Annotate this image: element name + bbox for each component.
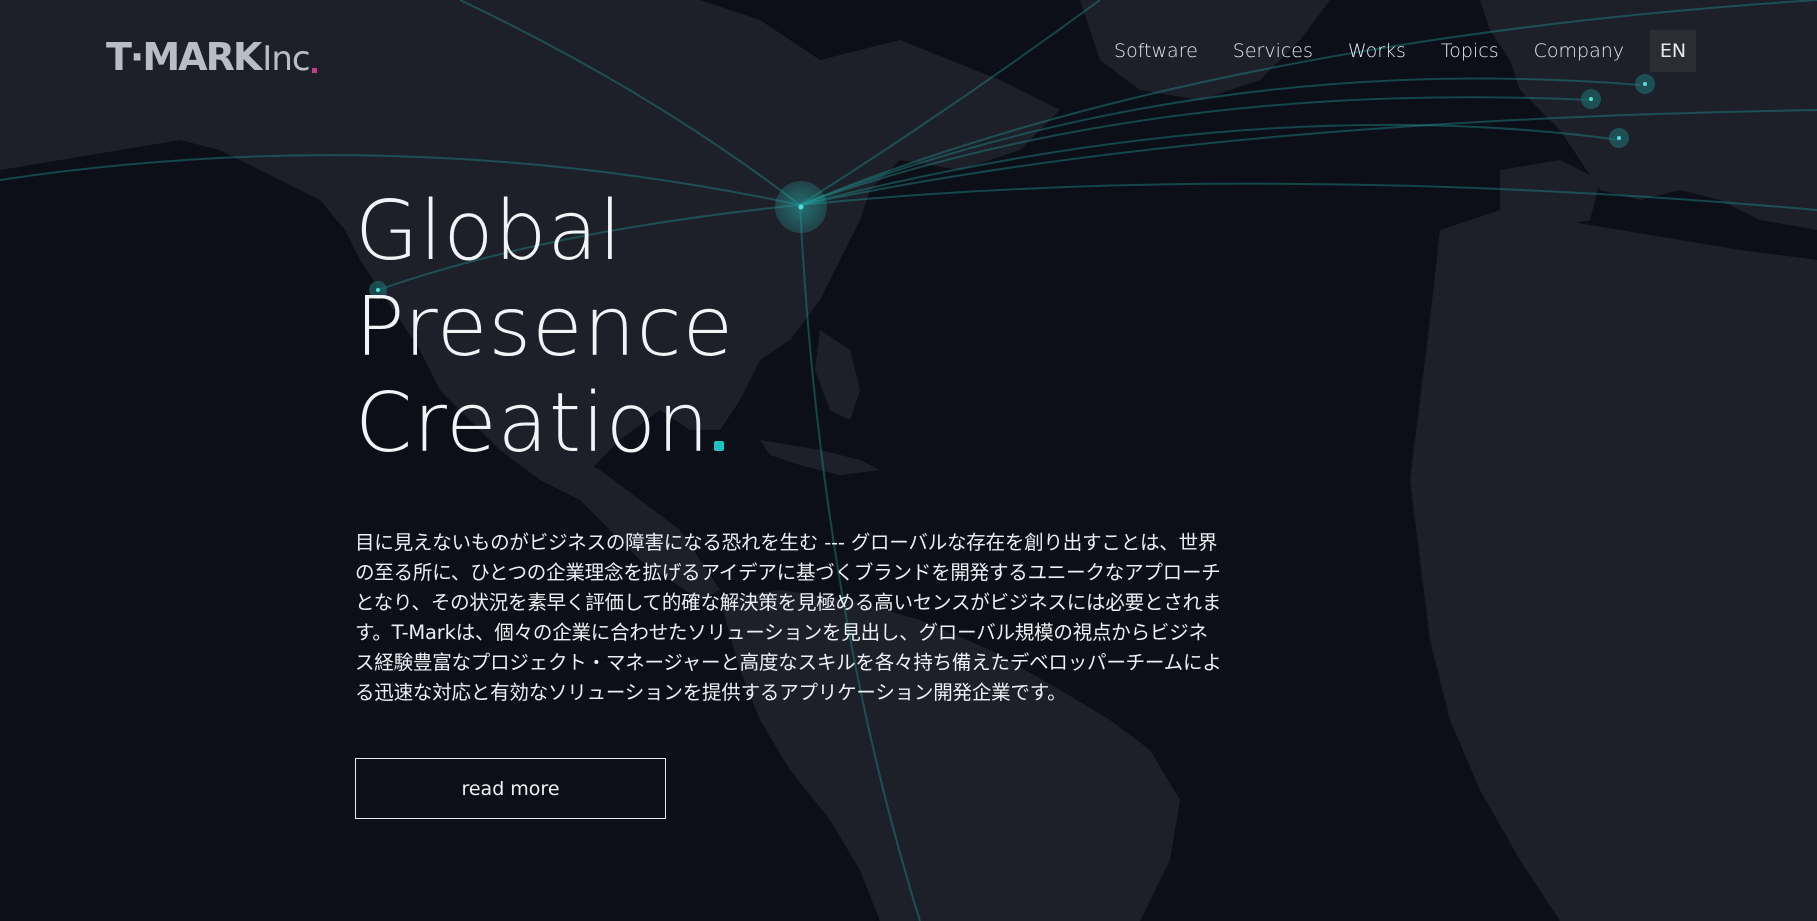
logo-suffix: Inc	[262, 39, 310, 79]
main-navigation: Software Services Works Topics Company E…	[1079, 30, 1696, 72]
hero-line-global: Global	[355, 184, 623, 279]
language-switch-button[interactable]: EN	[1650, 30, 1696, 72]
hero-heading: Global Presence Creation	[355, 184, 734, 472]
intro-paragraph: 目に見えないものがビジネスの障害になる恐れを生む --- グローバルな存在を創り…	[355, 530, 1222, 704]
nav-item-topics[interactable]: Topics	[1441, 40, 1499, 62]
logo-wordmark: T·MARK	[106, 35, 262, 79]
world-map-background	[0, 0, 1817, 921]
hero-line-presence: Presence	[355, 280, 735, 375]
logo-accent-dot	[311, 68, 317, 73]
africa-landmass	[1410, 210, 1817, 921]
page: T·MARK Inc Software Services Works Topic…	[0, 0, 1817, 921]
company-logo[interactable]: T·MARK Inc	[106, 32, 317, 76]
nav-item-software[interactable]: Software	[1114, 40, 1198, 62]
nav-item-company[interactable]: Company	[1534, 40, 1624, 62]
florida-peninsula	[815, 330, 860, 420]
nav-item-services[interactable]: Services	[1233, 40, 1313, 62]
iberian-peninsula	[1500, 160, 1600, 230]
hero-accent-dot	[713, 441, 724, 451]
hero-line-creation: Creation	[355, 376, 710, 471]
nav-item-works[interactable]: Works	[1348, 40, 1406, 62]
read-more-button[interactable]: read more	[355, 758, 666, 819]
hero-line-creation-wrapper: Creation	[355, 376, 734, 472]
